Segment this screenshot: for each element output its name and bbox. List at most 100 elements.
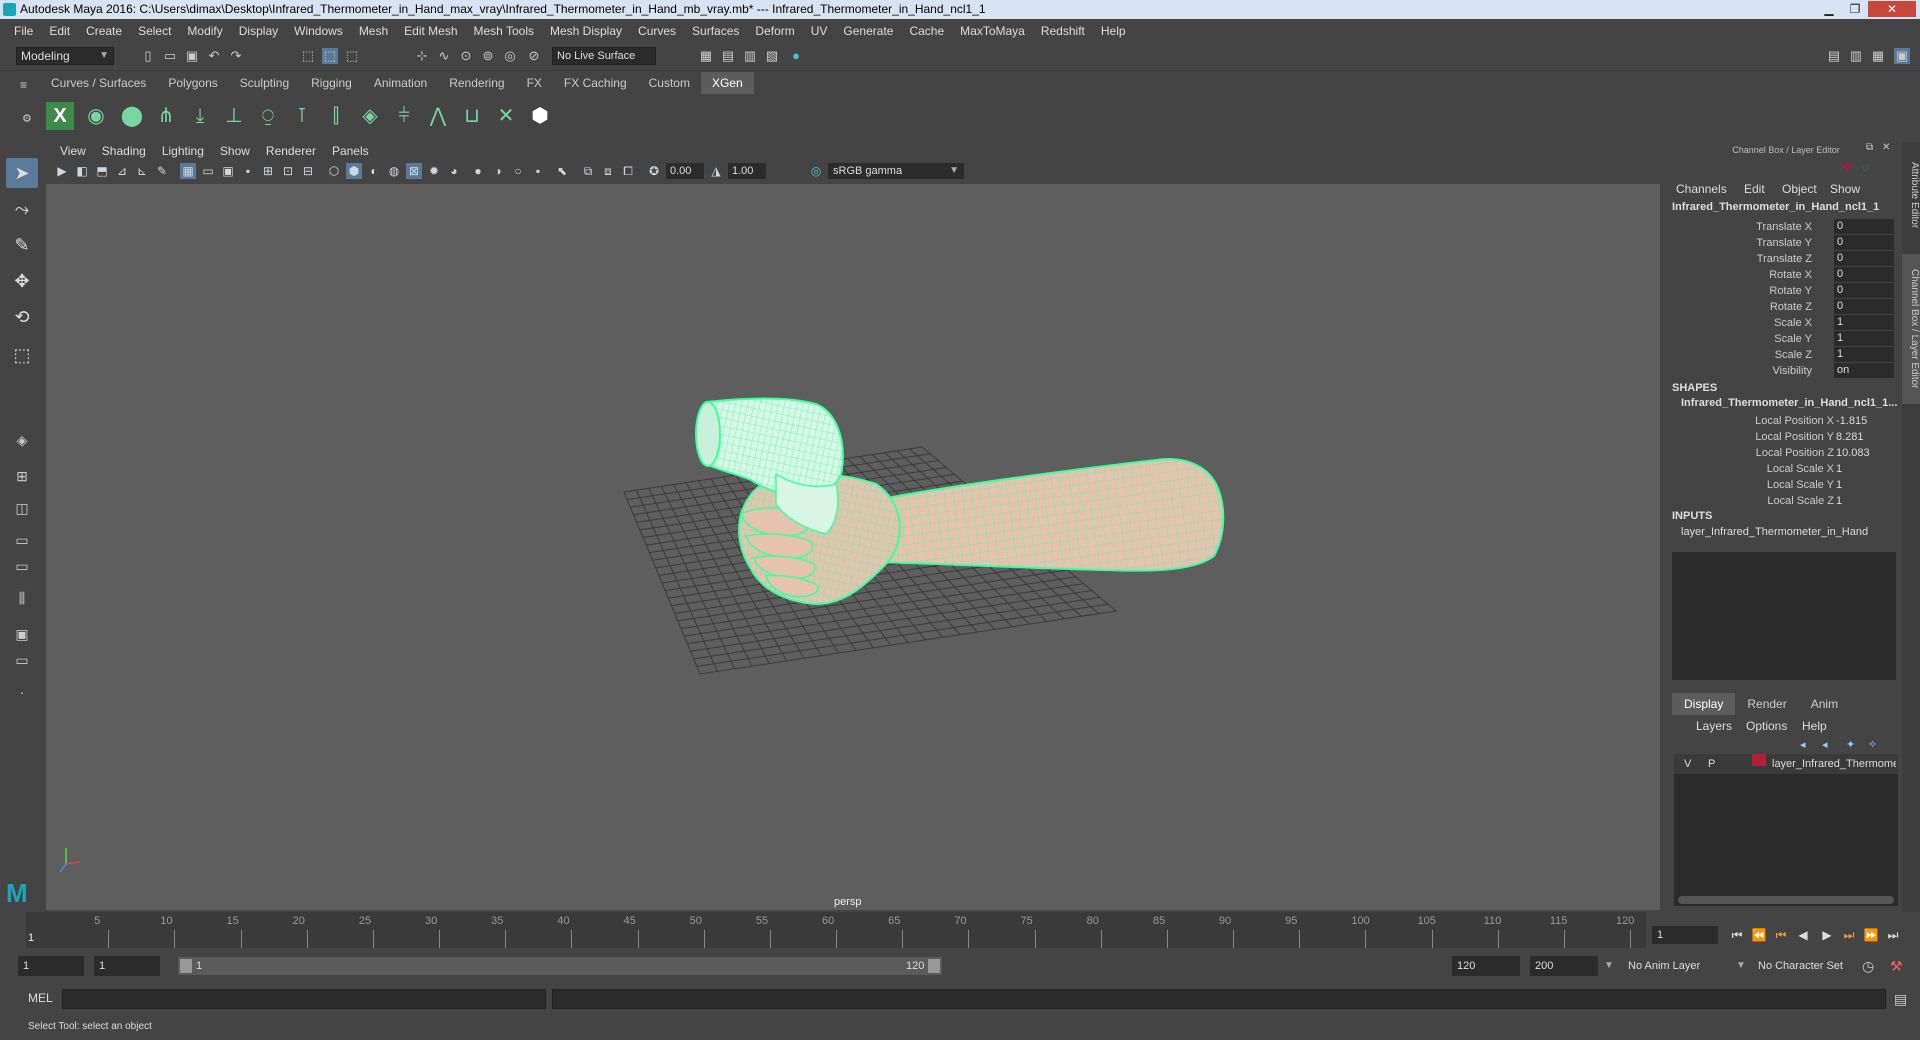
- gamma-icon[interactable]: ◮: [708, 163, 724, 179]
- tool-settings-icon[interactable]: ▦: [1870, 48, 1886, 64]
- layer-menu-help[interactable]: Help: [1802, 719, 1827, 733]
- shape-attr-local-position-x[interactable]: Local Position X -1.815: [1670, 413, 1902, 429]
- xray-icon[interactable]: ⧉: [580, 163, 596, 179]
- snap-point-icon[interactable]: ⊙: [458, 48, 474, 64]
- range-start-handle[interactable]: [180, 959, 192, 973]
- attr-rotate-y[interactable]: Rotate Y0: [1670, 283, 1902, 299]
- close-panel-icon[interactable]: ✕: [1882, 142, 1890, 153]
- xgen-smooth-guide-icon[interactable]: ⊔: [458, 102, 486, 130]
- smooth-shade-icon[interactable]: ⬢: [346, 163, 362, 179]
- new-layer-selected-icon[interactable]: ✧: [1868, 738, 1877, 751]
- shape-attr-local-scale-x[interactable]: Local Scale X1: [1670, 461, 1902, 477]
- select-object-icon[interactable]: ⬚: [322, 48, 338, 64]
- xgen-hex-icon[interactable]: ⬢: [526, 102, 554, 130]
- chevron-down-icon[interactable]: ▼: [1604, 960, 1614, 971]
- select-component-icon[interactable]: ⬚: [344, 48, 360, 64]
- play-back-icon[interactable]: ◀: [1794, 927, 1812, 943]
- bookmark-icon[interactable]: ⬒: [94, 163, 110, 179]
- menu-mesh-tools[interactable]: Mesh Tools: [466, 24, 542, 38]
- mel-input[interactable]: [62, 989, 546, 1009]
- vp-menu-shading[interactable]: Shading: [94, 144, 154, 158]
- start-time-field[interactable]: 1: [18, 956, 84, 976]
- mel-label[interactable]: MEL: [28, 991, 53, 1005]
- layout-persp-outliner-icon[interactable]: ▭: [8, 648, 36, 672]
- shape-attr-local-scale-y[interactable]: Local Scale Y1: [1670, 477, 1902, 493]
- auto-key-icon[interactable]: ◷: [1862, 958, 1874, 975]
- menu-help[interactable]: Help: [1093, 24, 1134, 38]
- undo-icon[interactable]: ↶: [206, 48, 222, 64]
- shelf-menu-icon[interactable]: ≡: [20, 78, 27, 92]
- attr-translate-y[interactable]: Translate Y0: [1670, 235, 1902, 251]
- attribute-editor-icon[interactable]: ▥: [1848, 48, 1864, 64]
- layer-scrollbar[interactable]: [1678, 896, 1894, 904]
- layer-menu-options[interactable]: Options: [1746, 719, 1787, 733]
- snap-view-icon[interactable]: ⊚: [480, 48, 496, 64]
- tab-anim[interactable]: Anim: [1799, 693, 1850, 715]
- tab-render[interactable]: Render: [1735, 693, 1798, 715]
- xgen-add-guide-icon[interactable]: ⋔: [152, 102, 180, 130]
- layout-four-icon[interactable]: ⊞: [8, 464, 36, 488]
- menu-file[interactable]: File: [6, 24, 41, 38]
- xgen-cut-guide-icon[interactable]: ⫩: [390, 102, 418, 130]
- mode-selector[interactable]: Modeling ▼: [16, 47, 114, 65]
- menu-select[interactable]: Select: [130, 24, 179, 38]
- xgen-rotate-guide-icon[interactable]: ⍜: [254, 102, 282, 130]
- field-chart-icon[interactable]: ⊞: [260, 163, 276, 179]
- menu-edit-mesh[interactable]: Edit Mesh: [396, 24, 465, 38]
- cb-menu-object[interactable]: Object: [1782, 182, 1817, 196]
- menu-create[interactable]: Create: [78, 24, 130, 38]
- tab-xgen[interactable]: XGen: [700, 72, 754, 94]
- open-scene-icon[interactable]: ▭: [162, 48, 178, 64]
- tab-rigging[interactable]: Rigging: [300, 72, 363, 94]
- shape-name[interactable]: Infrared_Thermometer_in_Hand_ncl1_1...: [1681, 397, 1901, 409]
- cb-menu-edit[interactable]: Edit: [1744, 182, 1765, 196]
- xgen-bend-guide-icon[interactable]: ⋀: [424, 102, 452, 130]
- xgen-guide-length-icon[interactable]: ⊥: [220, 102, 248, 130]
- menu-maxtomaya[interactable]: MaxToMaya: [952, 24, 1033, 38]
- playback-end-field[interactable]: 120: [1452, 956, 1520, 976]
- attr-scale-z[interactable]: Scale Z1: [1670, 347, 1902, 363]
- shape-attr-local-position-z[interactable]: Local Position Z 10.083: [1670, 445, 1902, 461]
- safe-action-icon[interactable]: ⊡: [280, 163, 296, 179]
- menu-mesh[interactable]: Mesh: [351, 24, 396, 38]
- channel-sync-icon[interactable]: ◌: [1862, 160, 1869, 174]
- play-forward-icon[interactable]: ▶: [1818, 927, 1836, 943]
- next-key-icon[interactable]: ⏭: [1840, 927, 1858, 943]
- lasso-tool-icon[interactable]: ⤳: [6, 194, 38, 224]
- tab-fx[interactable]: FX: [516, 72, 553, 94]
- layer-playback-toggle[interactable]: P: [1708, 754, 1715, 774]
- xray-joints-icon[interactable]: ⧈: [600, 163, 616, 179]
- new-scene-icon[interactable]: ▯: [140, 48, 156, 64]
- viewport-3d[interactable]: persp: [46, 184, 1660, 910]
- attr-scale-y[interactable]: Scale Y1: [1670, 331, 1902, 347]
- xgen-preview-icon[interactable]: ◉: [82, 102, 110, 130]
- xgen-layer-icon[interactable]: ◈: [356, 102, 384, 130]
- grease-pencil-icon[interactable]: ✎: [154, 163, 170, 179]
- layout-hypershade-icon[interactable]: ⫼: [8, 586, 36, 610]
- goto-end-icon[interactable]: ⏭: [1884, 927, 1902, 943]
- layout-two-icon[interactable]: ◫: [8, 496, 36, 520]
- vp-menu-panels[interactable]: Panels: [324, 144, 377, 158]
- menu-cache[interactable]: Cache: [901, 24, 952, 38]
- animation-prefs-icon[interactable]: ⚒: [1890, 958, 1903, 975]
- hypershade-icon[interactable]: ●: [788, 48, 804, 64]
- layout-graph-icon[interactable]: ▭: [8, 554, 36, 578]
- attr-visibility[interactable]: Visibility on: [1670, 363, 1902, 379]
- resolution-gate-icon[interactable]: ▣: [220, 163, 236, 179]
- layer-row[interactable]: V P layer_Infrared_Thermome: [1674, 754, 1898, 774]
- layout-persp-graph-icon[interactable]: ▣: [8, 622, 36, 646]
- make-live-icon[interactable]: ⊘: [526, 48, 542, 64]
- exposure-icon[interactable]: ✪: [646, 163, 662, 179]
- wireframe-icon[interactable]: ⬡: [326, 163, 342, 179]
- shape-attr-local-scale-z[interactable]: Local Scale Z1: [1670, 493, 1902, 509]
- input-node-name[interactable]: layer_Infrared_Thermometer_in_Hand: [1681, 526, 1868, 538]
- menu-display[interactable]: Display: [231, 24, 286, 38]
- xgen-lock-guide-icon[interactable]: ⊺: [288, 102, 316, 130]
- color-space-select[interactable]: sRGB gamma ▼: [828, 163, 964, 179]
- snap-grid-icon[interactable]: ⊹: [414, 48, 430, 64]
- isolate-select-icon[interactable]: ⬉: [554, 163, 570, 179]
- xgen-delete-guide-icon[interactable]: ✕: [492, 102, 520, 130]
- attr-translate-x[interactable]: Translate X0: [1670, 219, 1902, 235]
- tab-attribute-editor[interactable]: Attribute Editor: [1902, 150, 1920, 240]
- selected-object-name[interactable]: Infrared_Thermometer_in_Hand_ncl1_1: [1672, 201, 1879, 213]
